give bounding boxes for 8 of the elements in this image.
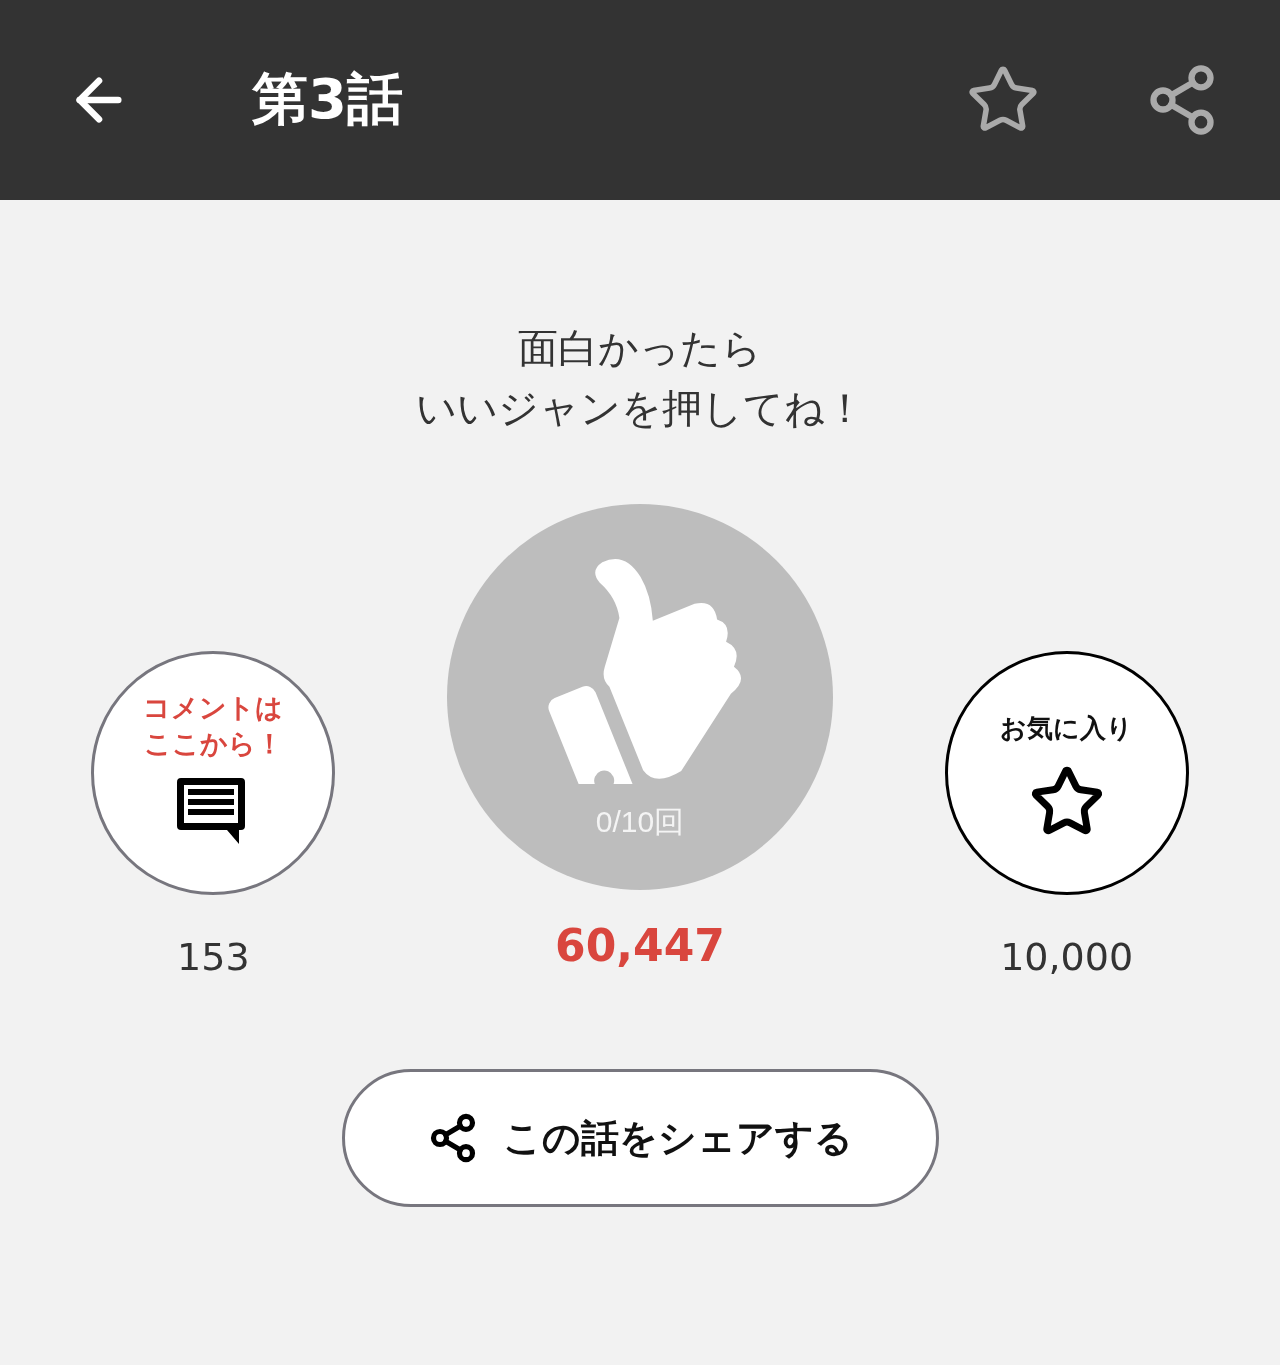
comment-button[interactable]: コメントは ここから！ [91,651,336,895]
favorite-count: 10,000 [1000,935,1134,979]
like-count: 60,447 [555,920,725,971]
like-prompt: 面白かったら いいジャンを押してね！ [414,324,866,433]
share-episode-button[interactable]: この話をシェアする [341,1069,939,1207]
comment-count: 153 [177,935,250,979]
episode-title: 第3話 [252,65,404,133]
favorite-button[interactable]: お気に入り [944,651,1189,895]
